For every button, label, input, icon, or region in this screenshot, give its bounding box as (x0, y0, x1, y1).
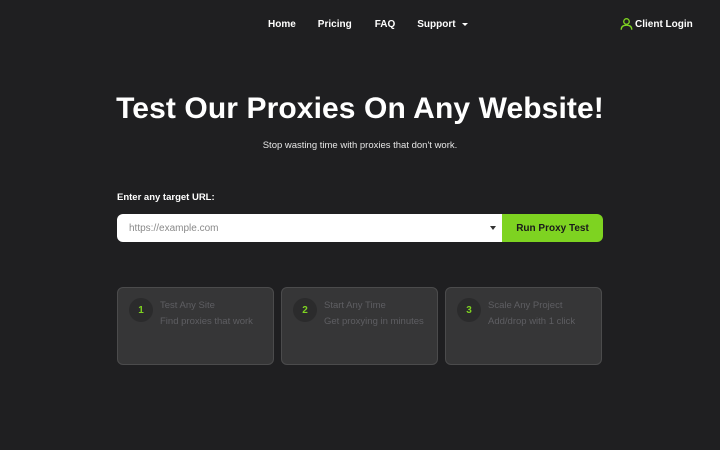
feature-card-description: Add/drop with 1 click (488, 316, 576, 327)
hero-title: Test Our Proxies On Any Website! (116, 92, 604, 125)
url-field-label: Enter any target URL: (117, 192, 215, 203)
top-nav: Home Pricing FAQ Support Client Login (0, 0, 720, 52)
client-login-link[interactable]: Client Login (620, 17, 693, 31)
nav-link-support-label: Support (417, 19, 456, 30)
url-input-wrapper (117, 214, 502, 242)
step-number-badge: 2 (293, 298, 317, 322)
hero-subtitle: Stop wasting time with proxies that don'… (262, 140, 458, 151)
feature-card-title: Start Any Time (324, 300, 386, 311)
nav-link-faq[interactable]: FAQ (375, 19, 396, 30)
feature-card-description: Get proxying in minutes (324, 316, 424, 327)
feature-card-title: Scale Any Project (488, 300, 563, 311)
feature-card-description: Find proxies that work (160, 316, 253, 327)
client-login-label: Client Login (635, 18, 693, 30)
feature-card-text: Scale Any Project Add/drop with 1 click (488, 298, 598, 330)
feature-card-test-any-site: 1 Test Any Site Find proxies that work (117, 287, 274, 365)
nav-link-support[interactable]: Support (417, 19, 468, 30)
user-icon (620, 18, 633, 30)
nav-links: Home Pricing FAQ Support (268, 19, 468, 30)
nav-link-pricing[interactable]: Pricing (318, 19, 352, 30)
feature-card-scale-any-project: 3 Scale Any Project Add/drop with 1 clic… (445, 287, 602, 365)
feature-card-text: Start Any Time Get proxying in minutes (324, 298, 434, 330)
run-proxy-test-button[interactable]: Run Proxy Test (502, 214, 603, 242)
feature-card-text: Test Any Site Find proxies that work (160, 298, 270, 330)
dropdown-caret-icon[interactable] (490, 226, 496, 230)
step-number-badge: 3 (457, 298, 481, 322)
step-number-badge: 1 (129, 298, 153, 322)
url-test-form: Run Proxy Test (117, 214, 603, 242)
feature-card-start-any-time: 2 Start Any Time Get proxying in minutes (281, 287, 438, 365)
feature-card-title: Test Any Site (160, 300, 215, 311)
url-input[interactable] (117, 214, 502, 242)
nav-link-home[interactable]: Home (268, 19, 296, 30)
page: Home Pricing FAQ Support Client Login Te… (0, 0, 720, 450)
chevron-down-icon (461, 23, 468, 26)
